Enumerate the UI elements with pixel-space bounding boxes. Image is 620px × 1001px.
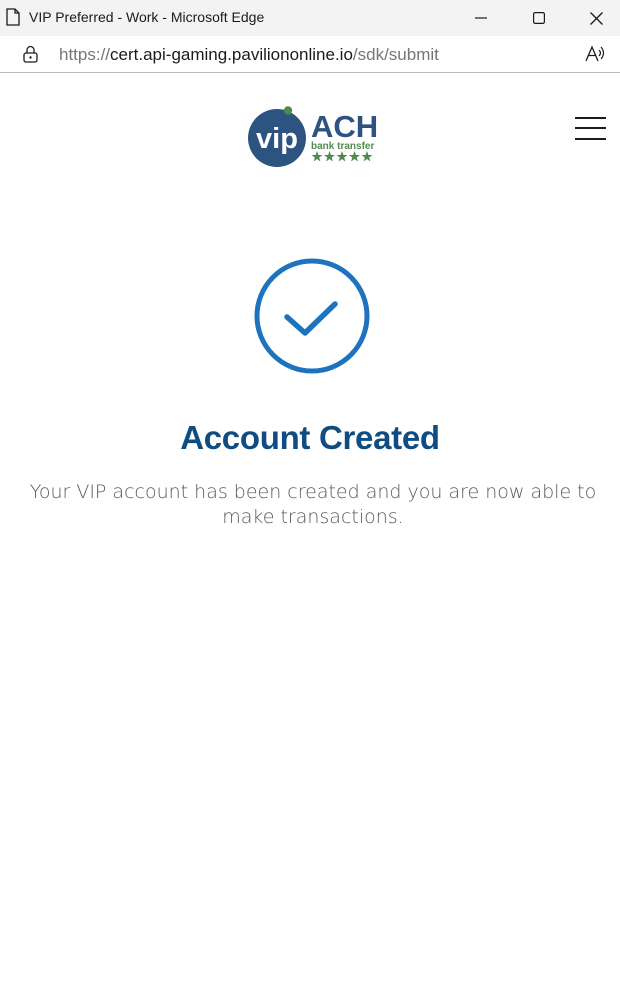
logo-mark-text: vip [256, 123, 298, 155]
maximize-button[interactable] [510, 0, 568, 36]
menu-button[interactable] [575, 117, 607, 141]
logo-stars [311, 151, 373, 162]
logo-graphic: vip ACH bank transfer [248, 106, 378, 167]
close-button[interactable] [567, 0, 620, 36]
status-message: Your VIP account has been created and yo… [29, 481, 597, 528]
logo-word-text: ACH [311, 109, 378, 144]
minimize-icon [475, 17, 487, 19]
menu-icon-bar [575, 127, 606, 129]
url-text[interactable]: https://cert.api-gaming.paviliononline.i… [59, 45, 439, 65]
check-circle-icon [254, 258, 370, 374]
lock-icon[interactable] [23, 45, 38, 63]
minimize-button[interactable] [452, 0, 510, 36]
address-bar[interactable]: https://cert.api-gaming.paviliononline.i… [0, 36, 620, 73]
page-icon [6, 8, 20, 26]
read-aloud-icon[interactable] [584, 44, 606, 64]
close-icon [589, 11, 603, 25]
status-heading: Account Created [180, 419, 440, 456]
vip-ach-logo[interactable]: vip ACH bank transfer [247, 105, 379, 167]
url-scheme: https:// [59, 45, 111, 64]
window-title: VIP Preferred - Work - Microsoft Edge [29, 9, 265, 25]
url-host: cert.api-gaming.paviliononline.io [110, 45, 353, 64]
page-content: vip ACH bank transfer Account Created Yo… [0, 73, 620, 1001]
menu-icon-bar [575, 117, 606, 119]
menu-icon-bar [575, 138, 606, 140]
url-path: /sdk/submit [352, 45, 439, 64]
logo-tagline-text: bank transfer [311, 141, 374, 152]
browser-title-bar: VIP Preferred - Work - Microsoft Edge [0, 0, 620, 36]
maximize-icon [533, 12, 545, 24]
